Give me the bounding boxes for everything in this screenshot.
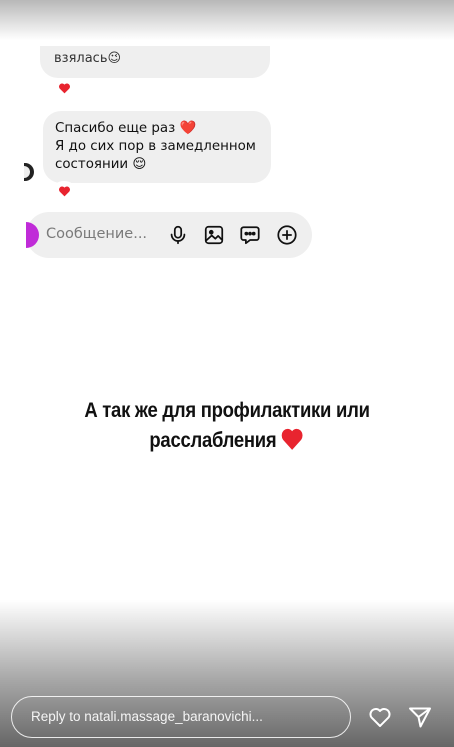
share-send-icon[interactable] (407, 705, 433, 729)
message-line-3: состоянии 😌 (55, 157, 147, 172)
sender-avatar (24, 163, 34, 181)
story-caption: А так же для профилактики или расслаблен… (27, 396, 427, 456)
red-heart-icon (281, 428, 303, 450)
composer-avatar (26, 222, 39, 248)
message-composer[interactable]: Сообщение... (26, 212, 312, 258)
partial-message-text: взялась😉 (54, 51, 122, 66)
top-gradient-overlay (0, 0, 454, 40)
red-heart-reaction-icon[interactable] (53, 78, 75, 98)
message-line-1: Спасибо еще раз ❤️ (55, 121, 197, 136)
partial-message-bubble: взялась😉 (40, 46, 270, 78)
message-bubble: Спасибо еще раз ❤️ Я до сих пор в замедл… (43, 111, 271, 183)
add-circle-icon[interactable] (276, 224, 298, 246)
microphone-icon[interactable] (167, 224, 189, 246)
caption-line-2: расслабления (149, 429, 277, 452)
red-heart-reaction-icon[interactable] (53, 181, 75, 201)
caption-line-2-wrapper: расслабления (27, 426, 427, 456)
sticker-chat-icon[interactable] (239, 224, 261, 246)
reply-placeholder: Reply to natali.massage_baranovichi... (31, 709, 263, 724)
gallery-icon[interactable] (203, 224, 225, 246)
message-line-2: Я до сих пор в замедленном (55, 139, 256, 154)
message-input[interactable]: Сообщение... (46, 226, 147, 242)
caption-line-1: А так же для профилактики или (84, 399, 370, 422)
like-heart-icon[interactable] (367, 705, 393, 729)
story-reply-input[interactable]: Reply to natali.massage_baranovichi... (11, 696, 351, 738)
